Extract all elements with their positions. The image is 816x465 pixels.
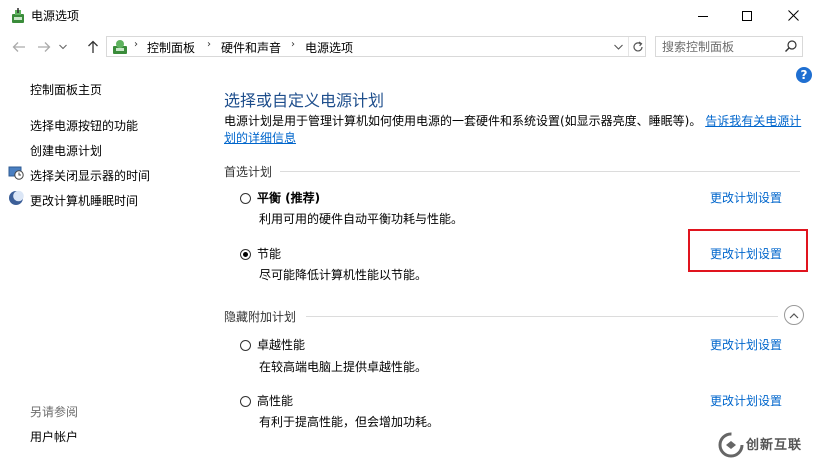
sleep-moon-icon (9, 190, 24, 205)
forward-arrow-icon (38, 42, 51, 52)
display-clock-icon (8, 166, 24, 180)
search-icon[interactable] (784, 39, 798, 53)
high-performance-change-settings-link[interactable]: 更改计划设置 (710, 392, 782, 409)
address-dropdown-button[interactable] (609, 37, 627, 56)
search-box[interactable] (655, 36, 803, 57)
window-title: 电源选项 (31, 9, 80, 23)
ultimate-change-settings-link[interactable]: 更改计划设置 (710, 336, 782, 353)
title-bar: 电源选项 (0, 0, 816, 31)
breadcrumb-separator: › (134, 39, 138, 50)
breadcrumb-separator: › (207, 39, 211, 50)
plan-power-saver-description: 尽可能降低计算机性能以节能。 (259, 268, 428, 282)
sidebar-item-sleep-time[interactable]: 更改计算机睡眠时间 (30, 192, 138, 209)
refresh-icon (633, 41, 643, 51)
control-panel-icon (113, 40, 127, 54)
plan-high-performance-description: 有利于提高性能，但会增加功耗。 (259, 415, 440, 429)
minimize-icon (698, 15, 708, 17)
plan-ultimate-radio[interactable] (240, 340, 251, 351)
plan-balanced-name[interactable]: 平衡 (推荐) (257, 189, 320, 206)
recent-locations-button[interactable] (56, 33, 70, 61)
watermark-icon (718, 432, 744, 458)
back-arrow-icon (12, 42, 25, 52)
plan-high-performance-radio[interactable] (240, 396, 251, 407)
plan-balanced-description: 利用可用的硬件自动平衡功耗与性能。 (259, 212, 464, 226)
minimize-button[interactable] (680, 0, 726, 31)
highlight-annotation-box (688, 229, 808, 272)
balanced-change-settings-link[interactable]: 更改计划设置 (710, 189, 782, 206)
sidebar-item-display-off[interactable]: 选择关闭显示器的时间 (30, 167, 150, 184)
preferred-plans-heading: 首选计划 (224, 165, 273, 179)
help-icon[interactable]: ? (796, 67, 812, 83)
close-button[interactable] (770, 0, 816, 31)
forward-button[interactable] (33, 33, 55, 61)
breadcrumb-power-options[interactable]: 电源选项 (305, 39, 353, 56)
radio-selected-dot (243, 252, 248, 257)
power-options-icon (12, 8, 24, 23)
plan-ultimate-description: 在较高端电脑上提供卓越性能。 (259, 360, 428, 374)
breadcrumb-separator: › (291, 39, 295, 50)
plan-high-performance-name[interactable]: 高性能 (257, 392, 293, 409)
close-icon (787, 10, 799, 21)
search-input[interactable] (662, 39, 782, 54)
address-bar[interactable]: › 控制面板 › 硬件和声音 › 电源选项 (106, 36, 646, 57)
navigation-bar: › 控制面板 › 硬件和声音 › 电源选项 (0, 33, 816, 61)
breadcrumb-control-panel[interactable]: 控制面板 (147, 39, 195, 56)
plan-balanced-radio[interactable] (240, 193, 251, 204)
plan-ultimate-name[interactable]: 卓越性能 (257, 336, 305, 353)
maximize-icon (742, 10, 752, 21)
section-divider (280, 171, 800, 172)
sidebar-item-create-plan[interactable]: 创建电源计划 (30, 142, 102, 159)
plan-power-saver-radio[interactable] (240, 249, 251, 260)
watermark-text: 创新互联 (746, 438, 803, 453)
hidden-plans-heading: 隐藏附加计划 (224, 310, 297, 324)
chevron-down-icon (59, 44, 67, 50)
maximize-button[interactable] (724, 0, 770, 31)
page-description: 电源计划是用于管理计算机如何使用电源的一套硬件和系统设置(如显示器亮度、睡眠等)… (224, 113, 802, 147)
section-divider (306, 316, 778, 317)
chevron-down-icon (613, 44, 623, 50)
page-title: 选择或自定义电源计划 (224, 91, 385, 110)
sidebar-item-user-accounts[interactable]: 用户帐户 (30, 428, 78, 445)
see-also-heading: 另请参阅 (30, 405, 79, 419)
breadcrumb-hardware-sound[interactable]: 硬件和声音 (221, 39, 281, 56)
description-text: 电源计划是用于管理计算机如何使用电源的一套硬件和系统设置(如显示器亮度、睡眠等)… (224, 114, 702, 128)
up-button[interactable] (82, 33, 104, 61)
chevron-up-icon (789, 312, 799, 318)
back-button[interactable] (8, 33, 30, 61)
up-arrow-icon (88, 40, 98, 53)
refresh-button[interactable] (628, 37, 647, 56)
plan-power-saver-name[interactable]: 节能 (257, 245, 281, 262)
collapse-section-button[interactable] (784, 305, 804, 325)
watermark-logo: 创新互联 (716, 424, 816, 465)
sidebar-home-link[interactable]: 控制面板主页 (30, 81, 102, 98)
sidebar-item-power-buttons[interactable]: 选择电源按钮的功能 (30, 117, 138, 134)
